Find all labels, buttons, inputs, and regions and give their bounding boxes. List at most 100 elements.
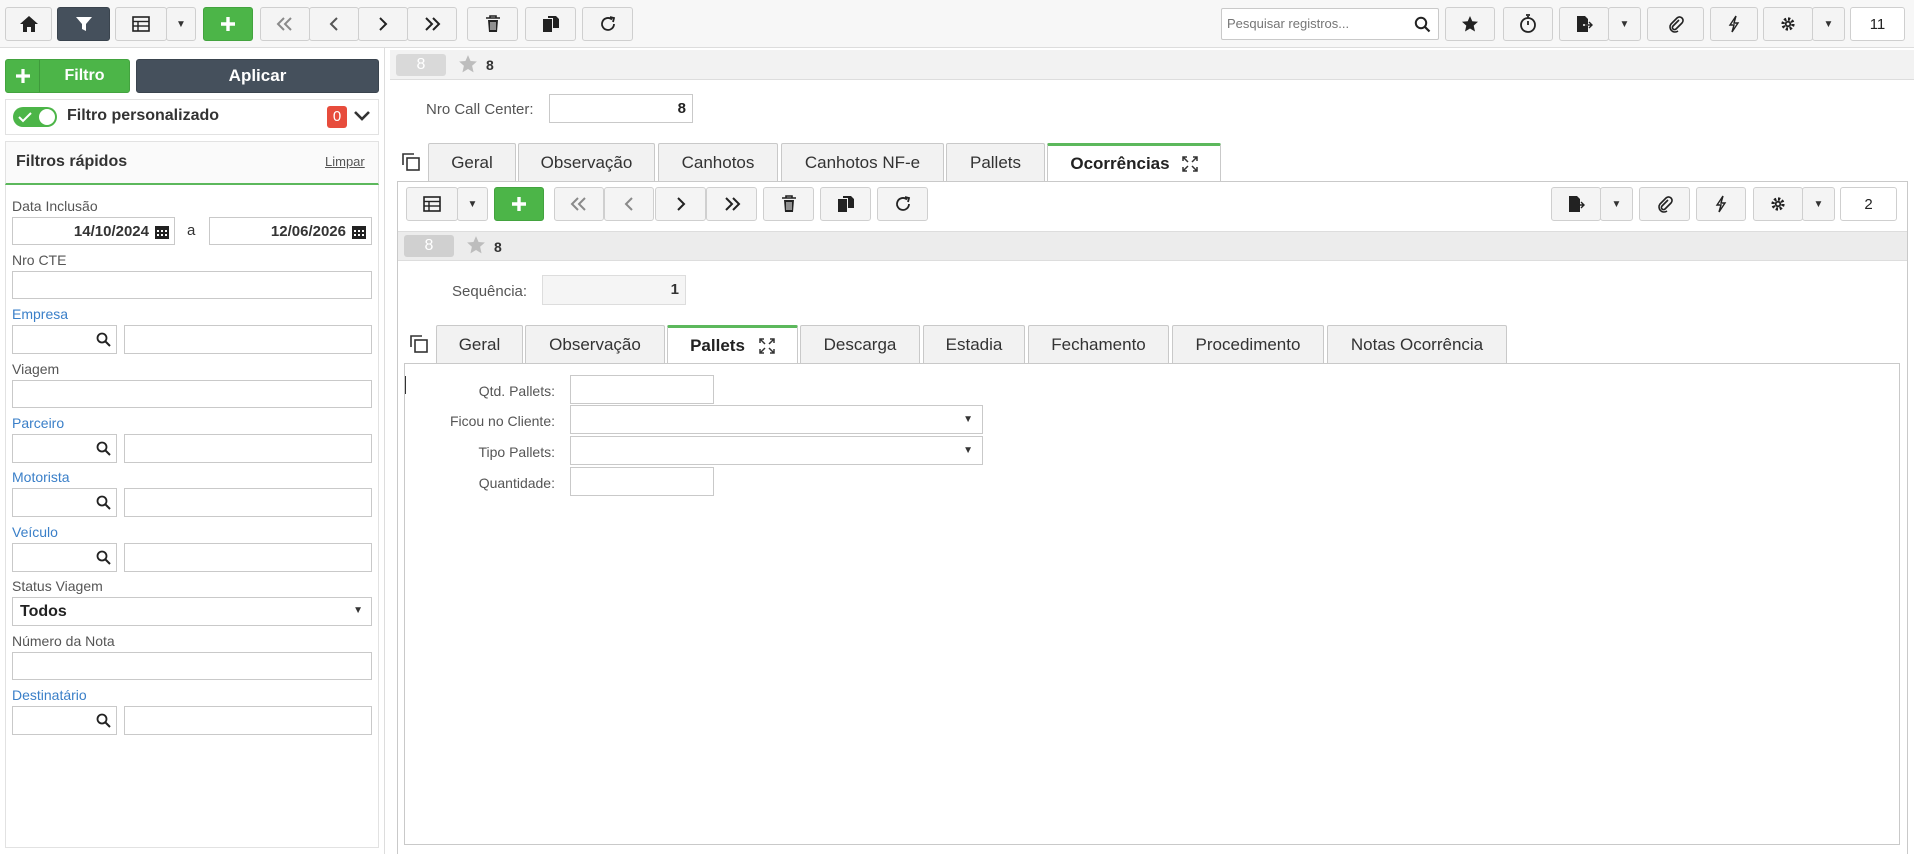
favorite-star-icon[interactable] [466, 235, 486, 255]
copy-icon [542, 16, 559, 32]
parceiro-code-input[interactable] [12, 434, 117, 463]
parceiro-name-input[interactable] [124, 434, 372, 463]
sub-next-record-button[interactable] [655, 187, 706, 221]
subtab-notas-ocorrencia[interactable]: Notas Ocorrência [1327, 325, 1507, 363]
refresh-button[interactable] [582, 7, 633, 41]
nro-call-center-input[interactable]: 8 [549, 94, 693, 123]
sub-grid-view-button[interactable] [406, 187, 458, 221]
veiculo-code-input[interactable] [12, 543, 117, 572]
search-icon[interactable] [96, 332, 111, 347]
search-icon[interactable] [96, 550, 111, 565]
qtd-pallets-input[interactable] [570, 375, 714, 404]
export-button[interactable] [1559, 7, 1609, 41]
viagem-input[interactable] [12, 380, 372, 408]
favorite-star-icon[interactable] [458, 54, 478, 74]
motorista-link[interactable]: Motorista [12, 469, 70, 485]
export-dropdown[interactable]: ▼ [1608, 7, 1641, 41]
clear-filters-link[interactable]: Limpar [325, 154, 365, 169]
calendar-icon[interactable] [154, 224, 170, 240]
tab-pallets[interactable]: Pallets [946, 143, 1045, 181]
subtab-estadia[interactable]: Estadia [923, 325, 1025, 363]
parceiro-link[interactable]: Parceiro [12, 415, 64, 431]
subtab-descarga[interactable]: Descarga [800, 325, 920, 363]
settings-dropdown[interactable]: ▼ [1812, 7, 1845, 41]
previous-record-button[interactable] [309, 7, 359, 41]
calendar-icon[interactable] [351, 224, 367, 240]
sub-record-id-badge: 8 [404, 235, 454, 257]
empresa-link[interactable]: Empresa [12, 306, 68, 322]
subtab-procedimento[interactable]: Procedimento [1172, 325, 1324, 363]
ficou-cliente-select[interactable]: ▼ [570, 405, 983, 434]
add-filter-button[interactable]: Filtro [5, 59, 130, 93]
sub-duplicate-button[interactable] [820, 187, 871, 221]
subtab-observacao[interactable]: Observação [525, 325, 665, 363]
motorista-name-input[interactable] [124, 488, 372, 517]
copy-tabs-icon[interactable] [401, 152, 421, 172]
home-button[interactable] [5, 7, 52, 41]
copy-tabs-icon[interactable] [409, 334, 429, 354]
quantidade-input[interactable] [570, 467, 714, 496]
duplicate-button[interactable] [525, 7, 576, 41]
sub-settings-button[interactable] [1753, 187, 1803, 221]
date-to-input[interactable]: 12/06/2026 [209, 217, 372, 245]
motorista-code-input[interactable] [12, 488, 117, 517]
empresa-code-input[interactable] [12, 325, 117, 354]
tab-geral[interactable]: Geral [428, 143, 516, 181]
next-record-button[interactable] [358, 7, 408, 41]
first-record-button[interactable] [260, 7, 310, 41]
sub-attachments-button[interactable] [1639, 187, 1690, 221]
subtab-pallets[interactable]: Pallets [667, 325, 798, 364]
destinatario-name-input[interactable] [124, 706, 372, 735]
attachments-button[interactable] [1647, 7, 1704, 41]
sub-export-dropdown[interactable]: ▼ [1600, 187, 1633, 221]
sub-delete-button[interactable] [763, 187, 814, 221]
destinatario-code-input[interactable] [12, 706, 117, 735]
tab-ocorrencias[interactable]: Ocorrências [1047, 143, 1221, 182]
tipo-pallets-select[interactable]: ▼ [570, 436, 983, 465]
timer-button[interactable] [1503, 7, 1553, 41]
add-button[interactable] [203, 7, 253, 41]
expand-icon[interactable] [1181, 156, 1198, 172]
search-icon[interactable] [96, 441, 111, 456]
sub-grid-view-dropdown[interactable]: ▼ [457, 187, 488, 221]
sub-actions-button[interactable] [1696, 187, 1746, 221]
favorites-button[interactable] [1445, 7, 1495, 41]
sub-refresh-button[interactable] [877, 187, 928, 221]
chevron-down-icon[interactable] [353, 110, 371, 122]
custom-filter-toggle[interactable] [13, 107, 57, 127]
actions-button[interactable] [1710, 7, 1758, 41]
nro-cte-input[interactable] [12, 271, 372, 299]
last-record-button[interactable] [407, 7, 457, 41]
search-icon[interactable] [1414, 16, 1431, 33]
sub-settings-dropdown[interactable]: ▼ [1802, 187, 1835, 221]
grid-view-button[interactable] [115, 7, 167, 41]
tab-observacao[interactable]: Observação [518, 143, 655, 181]
apply-filter-button[interactable]: Aplicar [136, 59, 379, 93]
expand-icon[interactable] [759, 338, 775, 354]
status-viagem-select[interactable]: Todos ▼ [12, 597, 372, 626]
subtab-pallets-label: Pallets [690, 336, 745, 355]
settings-button[interactable] [1763, 7, 1813, 41]
sub-add-button[interactable] [494, 187, 544, 221]
filter-button[interactable] [57, 7, 110, 41]
subtab-fechamento[interactable]: Fechamento [1028, 325, 1169, 363]
date-from-input[interactable]: 14/10/2024 [12, 217, 175, 245]
caret-down-icon: ▼ [176, 18, 186, 30]
veiculo-name-input[interactable] [124, 543, 372, 572]
sub-export-button[interactable] [1551, 187, 1601, 221]
tab-canhotos-nfe[interactable]: Canhotos NF-e [781, 143, 944, 181]
tab-canhotos[interactable]: Canhotos [658, 143, 778, 181]
delete-button[interactable] [467, 7, 518, 41]
veiculo-link[interactable]: Veículo [12, 524, 58, 540]
search-icon[interactable] [96, 495, 111, 510]
destinatario-link[interactable]: Destinatário [12, 687, 87, 703]
sub-first-record-button[interactable] [554, 187, 604, 221]
search-input[interactable] [1222, 9, 1407, 37]
numero-nota-input[interactable] [12, 652, 372, 680]
sub-last-record-button[interactable] [706, 187, 757, 221]
subtab-geral[interactable]: Geral [436, 325, 523, 363]
empresa-name-input[interactable] [124, 325, 372, 354]
grid-view-dropdown[interactable]: ▼ [166, 7, 196, 41]
sub-previous-record-button[interactable] [604, 187, 654, 221]
search-icon[interactable] [96, 713, 111, 728]
